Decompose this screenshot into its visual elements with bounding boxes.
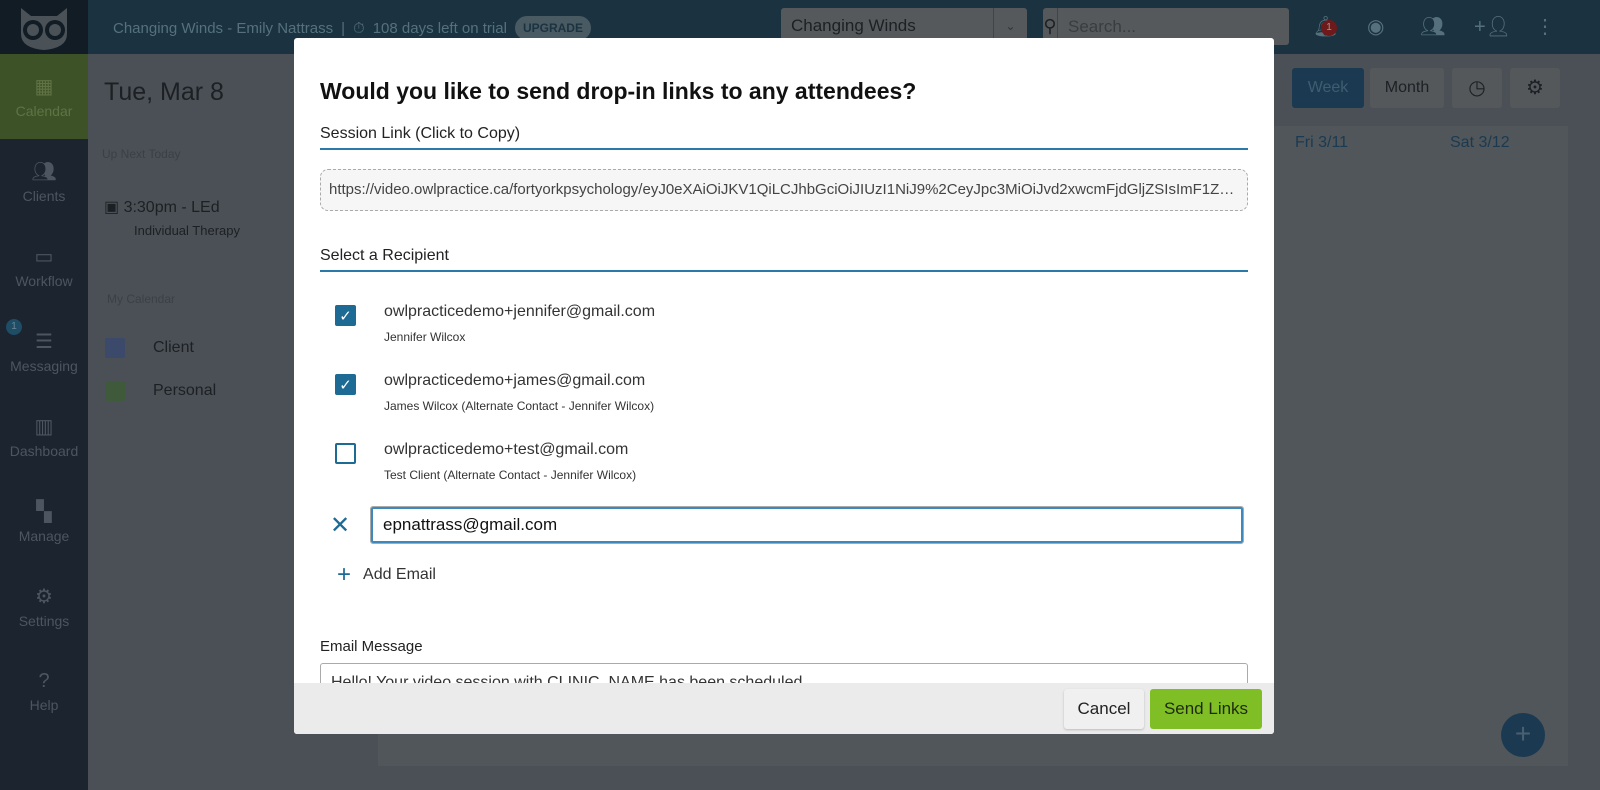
gear-icon: ⚙	[35, 586, 53, 608]
people-icon: 👥︎	[31, 161, 57, 183]
notification-badge: 1	[1321, 20, 1337, 36]
chart-icon: ▥	[34, 416, 54, 438]
month-view-button[interactable]: Month	[1370, 68, 1444, 108]
days-left: 108 days left on trial	[372, 19, 507, 37]
calendar-toggle-personal[interactable]: Personal	[105, 381, 216, 401]
recipient-checkbox[interactable]: ✓	[335, 305, 356, 326]
stopwatch-icon: ⏱	[352, 19, 365, 37]
sidebar-item-dashboard[interactable]: ▥ Dashboard	[0, 394, 88, 479]
add-email-button[interactable]: + Add Email	[337, 561, 1248, 589]
remove-email-icon[interactable]: ✕	[330, 511, 360, 540]
up-next-heading: Up Next Today	[102, 147, 181, 161]
message-icon: ☰	[35, 331, 53, 353]
upgrade-button[interactable]: UPGRADE	[514, 16, 591, 40]
messaging-badge: 1	[6, 319, 22, 335]
session-link[interactable]: https://video.owlpractice.ca/fortyorkpsy…	[320, 169, 1248, 211]
trial-info: Changing Winds - Emily Nattrass | ⏱ 108 …	[113, 16, 591, 40]
my-calendar-heading: My Calendar	[107, 292, 176, 306]
day-header: Sat 3/12	[1450, 134, 1510, 151]
clock-icon[interactable]: ◷	[1452, 68, 1502, 108]
plus-icon: +	[337, 561, 352, 588]
week-view-button[interactable]: Week	[1292, 68, 1364, 108]
email-message-label: Email Message	[320, 638, 423, 655]
sidebar-item-clients[interactable]: 👥︎ Clients	[0, 139, 88, 224]
gear-icon[interactable]: ⚙	[1510, 68, 1560, 108]
session-link-label: Session Link (Click to Copy)	[320, 125, 1248, 150]
sidebar-item-help[interactable]: ? Help	[0, 649, 88, 734]
help-icon: ?	[38, 670, 50, 692]
more-icon[interactable]: ⋮	[1535, 14, 1555, 39]
sidebar-item-workflow[interactable]: ▭ Workflow	[0, 224, 88, 309]
modal-footer: Cancel Send Links	[294, 683, 1274, 734]
calendar-icon: ▦	[34, 76, 54, 98]
sidebar-item-messaging[interactable]: 1 ☰ Messaging	[0, 309, 88, 394]
extra-email-input[interactable]	[370, 506, 1244, 544]
owl-logo[interactable]	[0, 0, 88, 54]
current-date: Tue, Mar 8	[104, 78, 224, 106]
sidebar-item-calendar[interactable]: ▦ Calendar	[0, 54, 88, 139]
add-event-button[interactable]: +	[1501, 713, 1545, 757]
sidebar: ▦ Calendar 👥︎ Clients ▭ Workflow 1 ☰ Messagin…	[0, 54, 88, 790]
cancel-button[interactable]: Cancel	[1064, 688, 1144, 729]
upcoming-appointment[interactable]: ▣ 3:30pm - LEd Individual Therapy	[104, 197, 240, 238]
add-person-icon[interactable]: +👤︎	[1474, 14, 1511, 39]
email-message-textarea[interactable]: Hello! Your video session with CLINIC_NA…	[320, 663, 1248, 683]
send-links-button[interactable]: Send Links	[1150, 688, 1262, 729]
calendar-toggle-client[interactable]: Client	[105, 338, 194, 358]
sidebar-item-settings[interactable]: ⚙ Settings	[0, 564, 88, 649]
grid-icon: ▚	[36, 501, 52, 523]
recipient-checkbox[interactable]: ✓	[335, 374, 356, 395]
folder-icon: ▭	[34, 246, 54, 268]
recipient-checkbox[interactable]	[335, 443, 356, 464]
recipient-label: Select a Recipient	[320, 247, 1248, 272]
modal-title: Would you like to send drop-in links to …	[320, 78, 917, 104]
recipient-row: owlpracticedemo+test@gmail.com Test Clien…	[335, 437, 1248, 506]
send-links-modal: Would you like to send drop-in links to …	[294, 38, 1274, 734]
people-icon[interactable]: 👥︎	[1420, 14, 1445, 39]
recipient-row: ✓ owlpracticedemo+jennifer@gmail.com Jenni…	[335, 299, 1248, 368]
recipient-row: ✓ owlpracticedemo+james@gmail.com James Wi…	[335, 368, 1248, 437]
calendar-icon: ▣	[104, 199, 124, 216]
eye-icon[interactable]: ◉	[1367, 14, 1384, 39]
practice-name: Changing Winds - Emily Nattrass	[113, 19, 334, 37]
sidebar-item-manage[interactable]: ▚ Manage	[0, 479, 88, 564]
day-header: Fri 3/11	[1295, 134, 1349, 151]
